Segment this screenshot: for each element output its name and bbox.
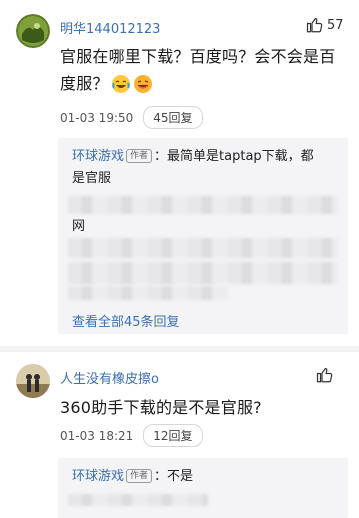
comment-text: 360助手下载的是不是官服? [60, 398, 262, 417]
thumbs-up-icon [306, 16, 324, 34]
comment-text-line-2: 度服？ [60, 70, 350, 97]
laughing-crying-emoji-icon [111, 74, 131, 94]
author-badge: 作者 [126, 469, 153, 483]
comment-text-line: 官服在哪里下载？百度吗？会不会是百 [60, 47, 336, 66]
reply-button[interactable]: 45回复 [143, 106, 203, 129]
avatar[interactable] [16, 14, 50, 48]
like-count: 57 [327, 17, 344, 33]
view-all-replies-link[interactable]: 查看全部45条回复 [72, 311, 180, 330]
comment-timestamp: 01-03 18:21 [60, 428, 134, 443]
reply-item[interactable]: 环球游戏 作者 ：最简单是taptap下载，都 是官服 [72, 146, 338, 190]
like-button[interactable] [316, 366, 337, 384]
thumbs-up-icon [316, 366, 334, 384]
comment-meta: 01-03 18:21 12回复 [60, 424, 203, 447]
blurred-reply [68, 262, 338, 284]
comment-username[interactable]: 人生没有橡皮擦o [60, 368, 159, 387]
reply-username[interactable]: 环球游戏 [72, 469, 124, 484]
reply-username[interactable]: 环球游戏 [72, 149, 124, 164]
comment-text: 官服在哪里下载？百度吗？会不会是百 度服？ [60, 43, 350, 97]
grinning-emoji-icon [133, 74, 153, 94]
blurred-reply [68, 286, 228, 300]
partial-reply-text: 网 [72, 219, 86, 234]
reply-preview-box[interactable]: 环球游戏 作者 ：最简单是taptap下载，都 是官服 网 查看全部45条回复 [58, 138, 348, 334]
blurred-reply [68, 238, 338, 258]
author-badge: 作者 [126, 149, 153, 163]
reply-button[interactable]: 12回复 [143, 424, 203, 447]
blurred-reply [68, 196, 338, 214]
comment-meta: 01-03 19:50 45回复 [60, 106, 203, 129]
reply-text: ：不是 [154, 469, 194, 484]
comment-username[interactable]: 明华144012123 [60, 18, 160, 37]
like-button[interactable]: 57 [306, 16, 344, 34]
comment-1: 明华144012123 57 官服在哪里下载？百度吗？会不会是百 度服？ 01-… [0, 0, 359, 335]
reply-text-line-2: 是官服 [72, 171, 112, 186]
comment-2: 人生没有橡皮擦o 360助手下载的是不是官服? 01-03 18:21 12回复… [0, 352, 359, 518]
reply-text: ：最简单是taptap下载，都 [154, 149, 314, 164]
comment-text-segment: 度服？ [60, 74, 109, 93]
avatar[interactable] [16, 364, 50, 398]
reply-preview-box[interactable]: 环球游戏 作者 ：不是 [58, 458, 348, 518]
blurred-reply [68, 494, 208, 506]
reply-item[interactable]: 环球游戏 作者 ：不是 [72, 466, 338, 488]
comment-timestamp: 01-03 19:50 [60, 110, 134, 125]
